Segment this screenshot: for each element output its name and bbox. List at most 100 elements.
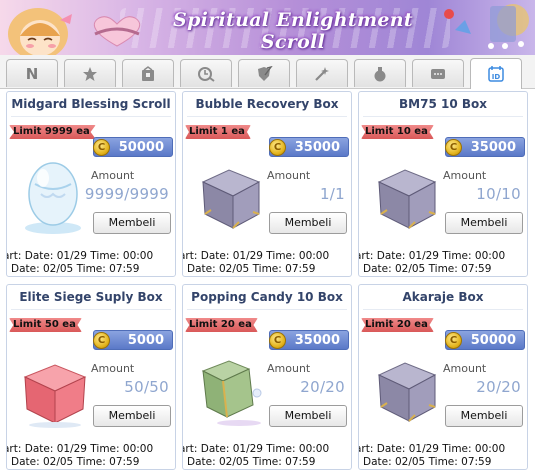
chat-icon bbox=[431, 68, 445, 79]
item-name: Bubble Recovery Box bbox=[195, 97, 339, 111]
price-tag: C 50000 bbox=[93, 137, 173, 157]
limit-badge: Limit 9999 ea bbox=[9, 125, 96, 139]
price-value: 50000 bbox=[118, 139, 164, 155]
limit-badge: Limit 50 ea bbox=[9, 318, 82, 332]
amount-label: Amount bbox=[267, 362, 311, 375]
price-value: 35000 bbox=[294, 139, 340, 155]
amount-label: Amount bbox=[267, 169, 311, 182]
limit-badge: Limit 10 ea bbox=[361, 125, 434, 139]
item-card-midgard-blessing-scroll: Midgard Blessing Scroll Limit 9999 ea C … bbox=[6, 91, 176, 277]
amount-label: Amount bbox=[91, 169, 135, 182]
end-date: Date: 02/05 Time: 07:59 bbox=[11, 456, 140, 468]
sparkle-icon bbox=[315, 66, 329, 81]
green-box-icon bbox=[201, 360, 262, 426]
buy-button[interactable]: Membeli bbox=[269, 405, 347, 427]
character-portrait-icon bbox=[8, 8, 72, 55]
end-date: Date: 02/05 Time: 07:59 bbox=[11, 263, 140, 275]
amount-value: 10/10 bbox=[476, 185, 521, 203]
tab-consumables[interactable] bbox=[354, 59, 406, 87]
banner-decoration-icon bbox=[444, 4, 529, 49]
amount-label: Amount bbox=[443, 169, 487, 182]
item-card-bm75-10-box: BM75 10 Box Limit 10 ea C 35000 Amount 1… bbox=[358, 91, 528, 277]
item-name: Elite Siege Suply Box bbox=[19, 290, 163, 304]
sale-period: art: Date: 01/29 Time: 00:00 Date: 02/05… bbox=[183, 443, 351, 471]
item-card-elite-siege-suply-box: Elite Siege Suply Box Limit 50 ea C 5000… bbox=[6, 284, 176, 470]
shield-icon bbox=[258, 65, 273, 81]
title-divider bbox=[11, 309, 171, 310]
price-value: 5000 bbox=[127, 332, 164, 348]
star-icon bbox=[83, 66, 97, 81]
amount-value: 9999/9999 bbox=[84, 185, 169, 203]
item-name: Popping Candy 10 Box bbox=[191, 290, 343, 304]
item-grid: Midgard Blessing Scroll Limit 9999 ea C … bbox=[0, 89, 535, 474]
buy-button[interactable]: Membeli bbox=[445, 212, 523, 234]
sale-period: art: Date: 01/29 Time: 00:00 Date: 02/05… bbox=[7, 443, 175, 471]
sale-period: art: Date: 01/29 Time: 00:00 Date: 02/05… bbox=[359, 443, 527, 471]
price-tag: C 35000 bbox=[445, 137, 525, 157]
category-tab-bar: N ID bbox=[0, 55, 535, 89]
tab-equipment[interactable] bbox=[238, 59, 290, 87]
heart-ribbon-icon bbox=[94, 16, 140, 47]
item-name: Midgard Blessing Scroll bbox=[11, 97, 171, 111]
buy-button[interactable]: Membeli bbox=[445, 405, 523, 427]
price-tag: C 35000 bbox=[269, 330, 349, 350]
end-date: Date: 02/05 Time: 07:59 bbox=[363, 456, 492, 468]
start-date: art: Date: 01/29 Time: 00:00 bbox=[7, 443, 154, 455]
tab-new-label: N bbox=[25, 64, 39, 83]
sale-period: art: Date: 01/29 Time: 00:00 Date: 02/05… bbox=[183, 250, 351, 278]
tab-misc[interactable] bbox=[412, 59, 464, 87]
limit-badge: Limit 1 ea bbox=[185, 125, 251, 139]
amount-value: 20/20 bbox=[300, 378, 345, 396]
item-card-akaraje-box: Akaraje Box Limit 20 ea C 50000 Amount 2… bbox=[358, 284, 528, 470]
price-value: 50000 bbox=[470, 332, 516, 348]
start-date: art: Date: 01/29 Time: 00:00 bbox=[183, 250, 330, 262]
price-tag: C 5000 bbox=[93, 330, 173, 350]
price-tag: C 35000 bbox=[269, 137, 349, 157]
limit-badge: Limit 20 ea bbox=[361, 318, 434, 332]
buff-icon bbox=[198, 66, 215, 82]
tab-buff[interactable] bbox=[180, 59, 232, 87]
amount-label: Amount bbox=[91, 362, 135, 375]
costume-icon bbox=[142, 65, 154, 81]
item-card-popping-candy-10-box: Popping Candy 10 Box Limit 20 ea C 35000… bbox=[182, 284, 352, 470]
tab-limited[interactable]: ID bbox=[470, 58, 522, 89]
amount-label: Amount bbox=[443, 362, 487, 375]
banner-title: Spiritual Enlightment Scroll bbox=[173, 9, 413, 53]
red-box-icon bbox=[23, 364, 87, 428]
limit-badge: Limit 20 ea bbox=[185, 318, 258, 332]
gray-box-icon bbox=[377, 169, 437, 229]
title-divider bbox=[11, 116, 171, 117]
calendar-id-icon: ID bbox=[488, 66, 504, 82]
title-divider bbox=[187, 116, 347, 117]
gray-box-icon bbox=[377, 362, 437, 422]
start-date: art: Date: 01/29 Time: 00:00 bbox=[183, 443, 330, 455]
sale-period: art: Date: 01/29 Time: 00:00 Date: 02/05… bbox=[359, 250, 527, 278]
item-name: BM75 10 Box bbox=[399, 97, 487, 111]
start-date: art: Date: 01/29 Time: 00:00 bbox=[7, 250, 154, 262]
title-divider bbox=[363, 309, 523, 310]
event-banner: Spiritual Enlightment Scroll bbox=[0, 0, 535, 55]
end-date: Date: 02/05 Time: 07:59 bbox=[187, 263, 316, 275]
end-date: Date: 02/05 Time: 07:59 bbox=[363, 263, 492, 275]
amount-value: 20/20 bbox=[476, 378, 521, 396]
tab-costume[interactable] bbox=[122, 59, 174, 87]
tab-favorites[interactable] bbox=[64, 59, 116, 87]
buy-button[interactable]: Membeli bbox=[269, 212, 347, 234]
price-tag: C 50000 bbox=[445, 330, 525, 350]
tab-special[interactable] bbox=[296, 59, 348, 87]
buy-button[interactable]: Membeli bbox=[93, 405, 171, 427]
tab-new[interactable]: N bbox=[6, 59, 58, 87]
start-date: art: Date: 01/29 Time: 00:00 bbox=[359, 250, 506, 262]
price-value: 35000 bbox=[294, 332, 340, 348]
amount-value: 1/1 bbox=[319, 185, 345, 203]
sale-period: art: Date: 01/29 Time: 00:00 Date: 02/05… bbox=[7, 250, 175, 278]
gray-box-icon bbox=[201, 169, 261, 229]
amount-value: 50/50 bbox=[124, 378, 169, 396]
title-divider bbox=[187, 309, 347, 310]
price-value: 35000 bbox=[470, 139, 516, 155]
buy-button[interactable]: Membeli bbox=[93, 212, 171, 234]
item-name: Akaraje Box bbox=[402, 290, 484, 304]
end-date: Date: 02/05 Time: 07:59 bbox=[187, 456, 316, 468]
potion-icon bbox=[374, 66, 386, 81]
tab-limited-label: ID bbox=[492, 73, 501, 81]
